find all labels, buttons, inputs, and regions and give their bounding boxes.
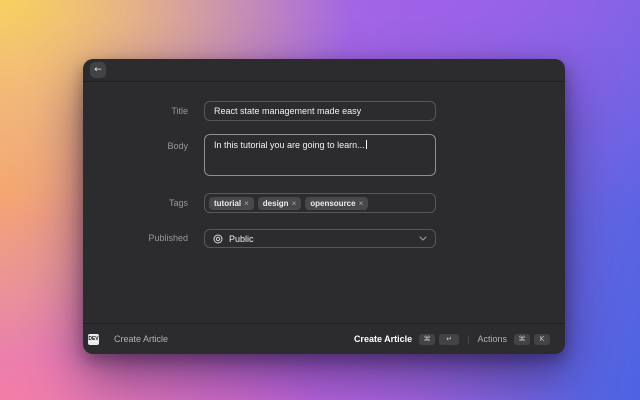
actions-area: Create Article ⌘ ↵ | Actions ⌘ K — [354, 334, 550, 345]
extension-info: DEV Create Article — [88, 334, 168, 345]
actions-menu-button[interactable]: Actions — [477, 334, 507, 344]
published-select[interactable]: Public — [204, 229, 436, 248]
dev-logo: DEV — [88, 334, 99, 345]
tag-chip[interactable]: opensource × — [305, 197, 368, 210]
tags-input[interactable]: tutorial × design × opensource × — [204, 193, 436, 213]
tag-chip-label: tutorial — [214, 199, 241, 208]
body-label: Body — [83, 134, 188, 176]
k-key-icon: K — [534, 334, 550, 345]
body-row: Body In this tutorial you are going to l… — [83, 134, 565, 176]
tag-remove-icon[interactable]: × — [244, 199, 249, 208]
desktop-background: ← Title React state management made easy… — [0, 0, 640, 400]
title-input[interactable]: React state management made easy — [204, 101, 436, 121]
body-textarea[interactable]: In this tutorial you are going to learn.… — [204, 134, 436, 176]
back-button[interactable]: ← — [90, 62, 106, 78]
tag-chip[interactable]: tutorial × — [209, 197, 254, 210]
text-caret — [366, 140, 367, 149]
tag-chip[interactable]: design × — [258, 197, 301, 210]
published-value: Public — [229, 234, 254, 244]
published-label: Published — [83, 229, 188, 248]
tag-chip-label: opensource — [310, 199, 355, 208]
action-bar: DEV Create Article Create Article ⌘ ↵ | … — [83, 323, 565, 354]
cmd-key-icon: ⌘ — [419, 334, 435, 345]
title-row: Title React state management made easy — [83, 101, 565, 121]
extension-name: Create Article — [114, 334, 168, 344]
title-label: Title — [83, 101, 188, 121]
tag-chip-label: design — [263, 199, 289, 208]
window-header: ← — [83, 59, 565, 82]
body-value: In this tutorial you are going to learn.… — [214, 140, 365, 150]
title-value: React state management made easy — [214, 106, 361, 116]
cmd-key-icon: ⌘ — [514, 334, 530, 345]
tags-label: Tags — [83, 193, 188, 213]
chevron-down-icon — [419, 236, 427, 241]
globe-icon — [213, 234, 223, 244]
create-article-action[interactable]: Create Article — [354, 334, 412, 344]
footer-divider: | — [467, 334, 469, 344]
tags-row: Tags tutorial × design × opensource × — [83, 193, 565, 213]
enter-key-icon: ↵ — [439, 334, 459, 345]
published-row: Published Public — [83, 229, 565, 248]
back-arrow-icon: ← — [94, 66, 102, 75]
tag-remove-icon[interactable]: × — [359, 199, 364, 208]
create-article-window: ← Title React state management made easy… — [83, 59, 565, 354]
tag-remove-icon[interactable]: × — [292, 199, 297, 208]
